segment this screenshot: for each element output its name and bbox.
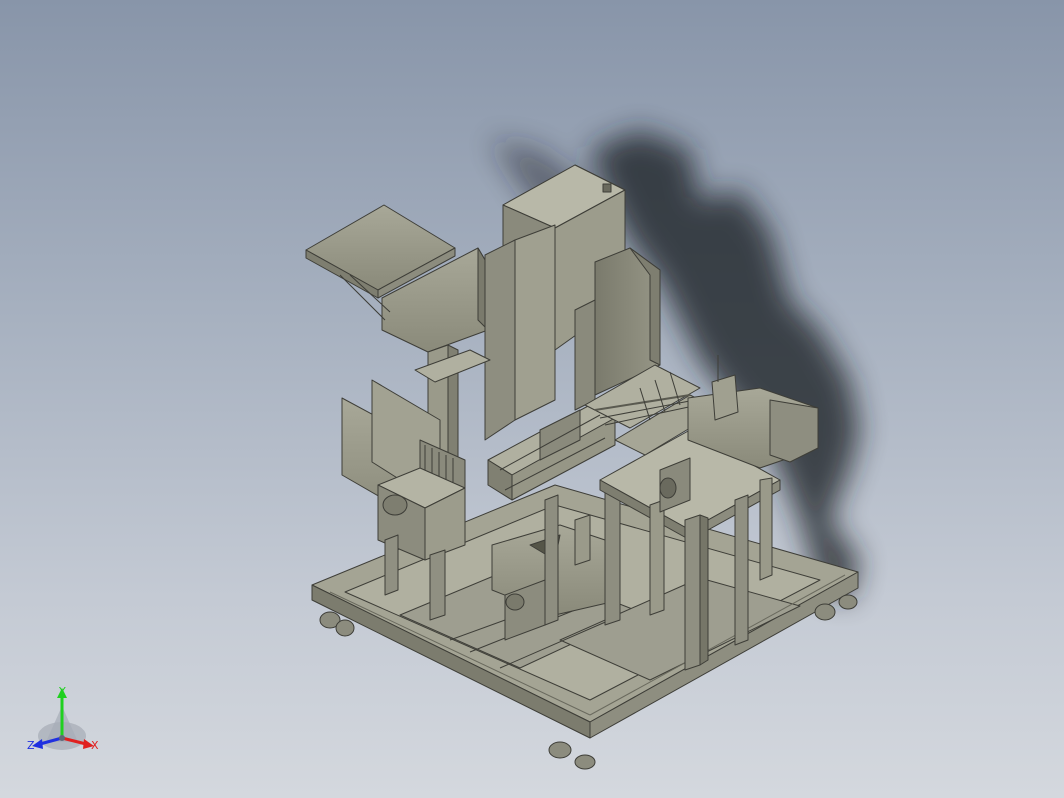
y-axis-label: Y xyxy=(59,685,66,698)
3d-viewport[interactable]: Y X Z xyxy=(0,0,1064,798)
x-axis-label: X xyxy=(91,739,99,752)
cad-model-view[interactable] xyxy=(0,0,1064,798)
orientation-triad[interactable]: Y X Z xyxy=(24,682,104,762)
triad-origin xyxy=(59,735,65,741)
left-feed-tray xyxy=(305,204,489,353)
z-axis-label: Z xyxy=(27,739,35,752)
